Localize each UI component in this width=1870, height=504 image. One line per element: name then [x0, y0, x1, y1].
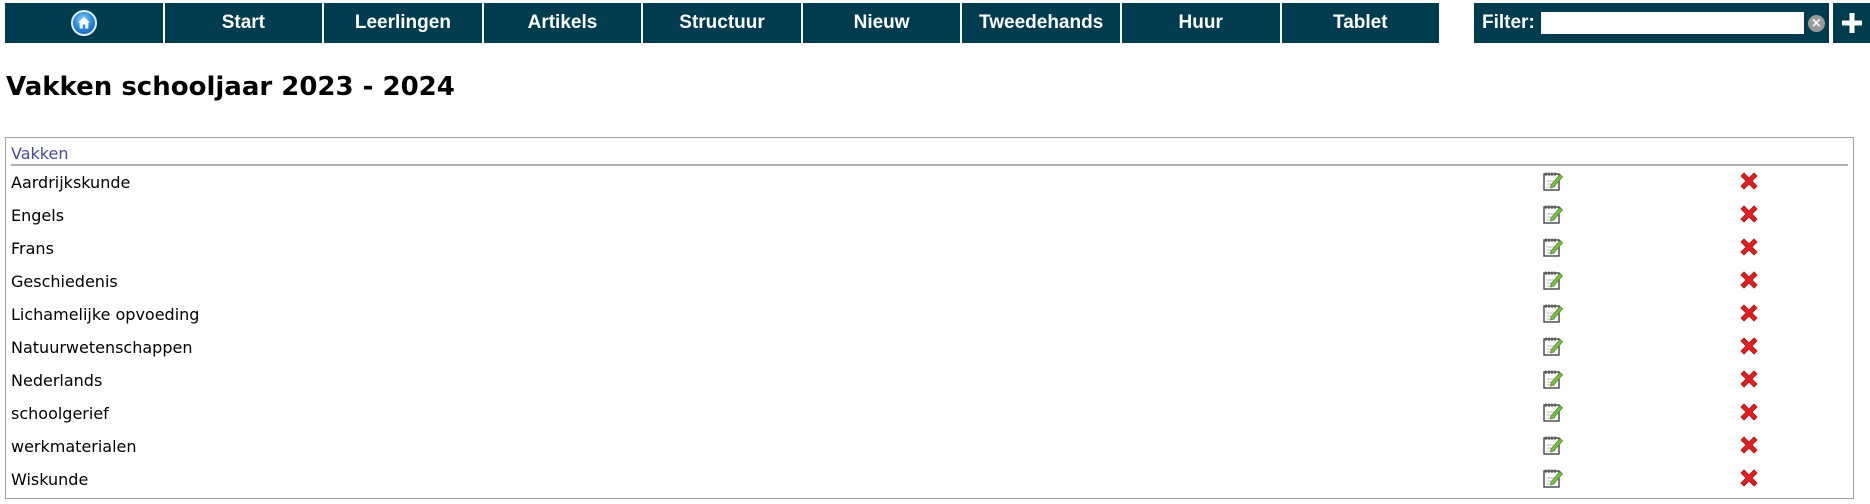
filter-label: Filter: — [1482, 12, 1535, 33]
page-title: Vakken schooljaar 2023 - 2024 — [6, 72, 455, 102]
table-row: werkmaterialen — [11, 430, 1848, 463]
delete-icon[interactable] — [1737, 169, 1761, 197]
nav-home[interactable] — [5, 3, 165, 43]
vak-name: Aardrijkskunde — [11, 173, 131, 192]
vak-name: Lichamelijke opvoeding — [11, 305, 200, 324]
vak-name: Natuurwetenschappen — [11, 338, 193, 357]
add-button[interactable] — [1833, 3, 1870, 43]
table-row: Lichamelijke opvoeding — [11, 298, 1848, 331]
vak-name: schoolgerief — [11, 404, 109, 423]
table-row: Geschiedenis — [11, 265, 1848, 298]
delete-icon[interactable] — [1737, 466, 1761, 494]
delete-icon[interactable] — [1737, 202, 1761, 230]
delete-icon[interactable] — [1737, 334, 1761, 362]
filter-input[interactable] — [1540, 12, 1804, 34]
nav-structuur[interactable]: Structuur — [643, 3, 803, 43]
nav-start[interactable]: Start — [164, 3, 325, 43]
table-row: Frans — [11, 232, 1848, 265]
delete-icon[interactable] — [1737, 235, 1761, 263]
edit-icon[interactable] — [1542, 434, 1564, 460]
main-nav: Start Leerlingen Artikels Structuur Nieu… — [5, 3, 1440, 43]
nav-tweedehands[interactable]: Tweedehands — [962, 3, 1122, 43]
nav-nieuw[interactable]: Nieuw — [802, 3, 963, 43]
vak-name: werkmaterialen — [11, 437, 137, 456]
plus-icon — [1841, 13, 1862, 33]
table-row: Aardrijkskunde — [11, 166, 1848, 199]
delete-icon[interactable] — [1737, 268, 1761, 296]
nav-huur[interactable]: Huur — [1121, 3, 1282, 43]
table-body: Aardrijkskunde Engels Frans Geschiedenis… — [11, 166, 1848, 496]
edit-icon[interactable] — [1542, 170, 1564, 196]
column-header-vakken[interactable]: Vakken — [11, 141, 1457, 166]
edit-icon[interactable] — [1542, 203, 1564, 229]
table-row: Engels — [11, 199, 1848, 232]
edit-icon[interactable] — [1542, 269, 1564, 295]
table-header-row: Vakken — [11, 141, 1848, 166]
delete-icon[interactable] — [1737, 367, 1761, 395]
home-icon — [70, 10, 97, 36]
column-header-delete — [1649, 141, 1848, 166]
nav-artikels[interactable]: Artikels — [483, 3, 644, 43]
clear-icon[interactable]: × — [1807, 14, 1825, 32]
table-row: Wiskunde — [11, 463, 1848, 496]
table-row: Nederlands — [11, 364, 1848, 397]
vak-name: Nederlands — [11, 371, 103, 390]
delete-icon[interactable] — [1737, 400, 1761, 428]
edit-icon[interactable] — [1542, 335, 1564, 361]
vak-name: Wiskunde — [11, 470, 89, 489]
delete-icon[interactable] — [1737, 301, 1761, 329]
table-row: Natuurwetenschappen — [11, 331, 1848, 364]
edit-icon[interactable] — [1542, 368, 1564, 394]
nav-tablet[interactable]: Tablet — [1281, 3, 1440, 43]
filter-bar: Filter: × — [1474, 3, 1829, 43]
edit-icon[interactable] — [1542, 467, 1564, 493]
delete-icon[interactable] — [1737, 433, 1761, 461]
vak-name: Geschiedenis — [11, 272, 118, 291]
column-header-edit — [1456, 141, 1650, 166]
vakken-table: Vakken Aardrijkskunde Engels Frans Gesch… — [11, 141, 1848, 496]
edit-icon[interactable] — [1542, 236, 1564, 262]
nav-leerlingen[interactable]: Leerlingen — [324, 3, 484, 43]
vakken-table-container: Vakken Aardrijkskunde Engels Frans Gesch… — [5, 137, 1854, 499]
vak-name: Engels — [11, 206, 65, 225]
vak-name: Frans — [11, 239, 54, 258]
house-glyph-icon — [77, 17, 90, 29]
edit-icon[interactable] — [1542, 401, 1564, 427]
table-row: schoolgerief — [11, 397, 1848, 430]
column-header-label: Vakken — [11, 143, 69, 163]
edit-icon[interactable] — [1542, 302, 1564, 328]
